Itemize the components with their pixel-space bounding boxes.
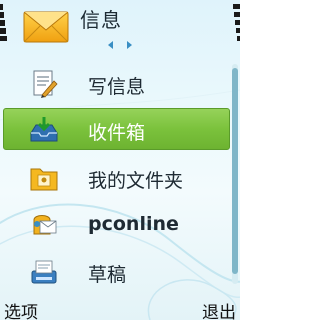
inbox-icon	[30, 117, 58, 142]
tab-arrows-icon[interactable]	[100, 40, 140, 50]
list-item-drafts[interactable]: 草稿	[0, 251, 232, 293]
options-softkey[interactable]: 选项	[4, 298, 38, 320]
page-title: 信息	[80, 8, 122, 32]
list-item-label: 草稿	[88, 264, 127, 286]
drafts-icon	[31, 260, 57, 284]
header: 信息	[0, 0, 240, 52]
envelope-icon	[23, 11, 69, 43]
signal-strength-icon	[0, 4, 7, 41]
scrollbar-thumb[interactable]	[232, 68, 238, 274]
list-item-label: 我的文件夹	[88, 170, 184, 192]
screen: 信息 写信息 收件箱 我的文件夹 pconline 草稿 选项 退出	[0, 0, 240, 320]
list-item-pconline[interactable]: pconline	[0, 204, 232, 246]
scrollbar[interactable]	[232, 64, 238, 284]
exit-softkey[interactable]: 退出	[202, 298, 236, 320]
list-item-label: 收件箱	[88, 122, 146, 144]
list-item-inbox[interactable]: 收件箱	[0, 109, 232, 151]
list-item-label: 写信息	[88, 76, 146, 98]
battery-icon	[233, 4, 240, 41]
softkey-bar: 选项 退出	[0, 296, 240, 320]
write-message-icon	[33, 70, 58, 98]
list-item-label: pconline	[88, 213, 179, 235]
mailbox-icon	[33, 215, 57, 235]
folder-icon	[30, 168, 58, 191]
list-item-my-folders[interactable]: 我的文件夹	[0, 157, 232, 199]
list-item-write-message[interactable]: 写信息	[0, 63, 232, 105]
